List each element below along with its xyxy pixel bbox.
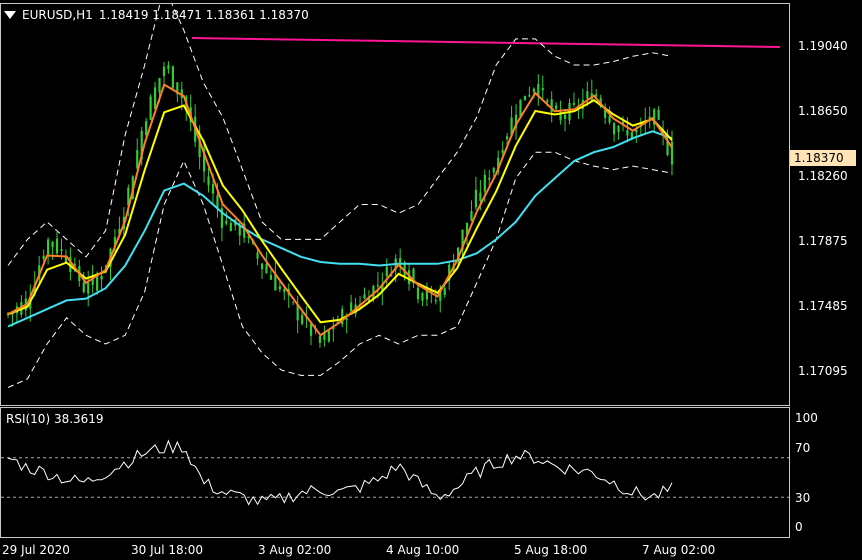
rsi-line: [7, 439, 673, 506]
trendline: [191, 37, 781, 48]
current-price-tag: 1.18370: [790, 150, 856, 166]
price-tick-1: 1.18650: [798, 104, 848, 118]
ma-slow-line: [7, 130, 673, 328]
rsi-tick-0: 0: [795, 520, 803, 534]
time-tick-5: 7 Aug 02:00: [642, 543, 716, 557]
symbol-label: EURUSD,H1: [22, 8, 93, 22]
ema-fast-line: [7, 83, 673, 337]
rsi-tick-30: 30: [795, 491, 811, 505]
chart-canvas: [1, 4, 789, 506]
rsi-tick-70: 70: [795, 441, 811, 455]
time-tick-2: 3 Aug 02:00: [258, 543, 332, 557]
time-tick-0: 29 Jul 2020: [2, 543, 70, 557]
triangle-down-icon[interactable]: [4, 11, 16, 19]
ohlc-label: 1.18419 1.18471 1.18361 1.18370: [98, 8, 309, 22]
price-tick-4: 1.17485: [798, 299, 848, 313]
chart-header: EURUSD,H1 1.18419 1.18471 1.18361 1.1837…: [4, 8, 309, 22]
rsi-title: RSI(10) 38.3619: [6, 412, 104, 426]
rsi-tick-100: 100: [795, 411, 818, 425]
ema-mid-line: [7, 99, 673, 324]
band-lower-line: [7, 151, 673, 389]
time-tick-3: 4 Aug 10:00: [386, 543, 460, 557]
time-tick-4: 5 Aug 18:00: [514, 543, 588, 557]
price-tick-2: 1.18260: [798, 169, 848, 183]
price-tick-0: 1.19040: [798, 39, 848, 53]
price-tick-3: 1.17875: [798, 234, 848, 248]
time-tick-1: 30 Jul 18:00: [131, 543, 203, 557]
price-tick-5: 1.17095: [798, 364, 848, 378]
